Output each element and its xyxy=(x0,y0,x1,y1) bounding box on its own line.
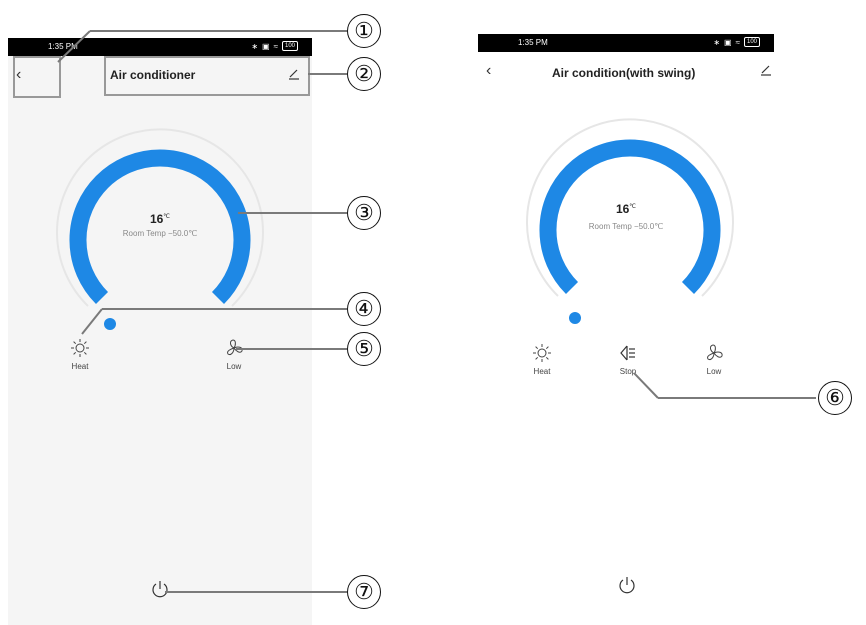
wifi-icon: ≈ xyxy=(735,37,740,47)
highlight-back-button xyxy=(13,56,61,98)
status-bar: 1:35 PM ∗ ▣ ≈ 100 xyxy=(478,34,774,52)
callout-1: ① xyxy=(347,14,381,48)
callout-3: ③ xyxy=(347,196,381,230)
room-temperature: Room Temp −50.0℃ xyxy=(588,222,664,231)
wifi-icon: ≈ xyxy=(273,41,278,51)
phone-screen-air-condition-with-swing: 1:35 PM ∗ ▣ ≈ 100 ‹ Air condition(with s… xyxy=(478,34,774,625)
status-bar: 1:35 PM ∗ ▣ ≈ 100 xyxy=(8,38,312,56)
power-button[interactable] xyxy=(150,578,170,600)
callout-4: ④ xyxy=(347,292,381,326)
temp-unit: ℃ xyxy=(629,204,637,210)
fan-speed-label: Low xyxy=(226,362,242,371)
swing-button[interactable]: Stop xyxy=(606,343,650,376)
callout-6: ⑥ xyxy=(818,381,852,415)
dial-knob xyxy=(569,312,581,324)
dial-arc xyxy=(539,139,721,294)
dial-arc xyxy=(69,149,251,304)
callout-7: ⑦ xyxy=(347,575,381,609)
dial-knob xyxy=(104,318,116,330)
temp-value: 16 xyxy=(615,202,630,216)
temp-value: 16 xyxy=(149,212,164,226)
sun-icon xyxy=(533,344,551,362)
bluetooth-icon: ∗ xyxy=(713,37,721,47)
fan-speed-button[interactable]: Low xyxy=(212,338,256,371)
page-title: Air condition(with swing) xyxy=(552,66,696,80)
mode-label: Heat xyxy=(71,362,89,371)
battery-icon: 100 xyxy=(281,41,298,51)
swing-label: Stop xyxy=(619,367,637,376)
sun-icon xyxy=(71,339,89,357)
edit-icon[interactable] xyxy=(760,64,772,76)
temp-unit: ℃ xyxy=(163,214,171,220)
set-temperature: 16℃ xyxy=(140,212,180,226)
mode-button[interactable]: Heat xyxy=(58,338,102,371)
swing-icon xyxy=(620,345,635,361)
fan-icon xyxy=(707,344,723,360)
bluetooth-icon: ∗ xyxy=(251,41,259,51)
phone-screen-air-conditioner: 1:35 PM ∗ ▣ ≈ 100 ‹ Air conditioner 16℃ … xyxy=(8,38,312,625)
mode-label: Heat xyxy=(533,367,551,376)
status-time: 1:35 PM xyxy=(518,38,548,47)
fan-speed-button[interactable]: Low xyxy=(692,343,736,376)
status-time: 1:35 PM xyxy=(48,42,78,51)
sim-icon: ▣ xyxy=(262,41,270,51)
callout-5: ⑤ xyxy=(347,332,381,366)
battery-icon: 100 xyxy=(743,37,760,47)
status-icons: ∗ ▣ ≈ 100 xyxy=(713,37,760,47)
callout-2: ② xyxy=(347,57,381,91)
sim-icon: ▣ xyxy=(724,37,732,47)
room-temperature: Room Temp −50.0℃ xyxy=(122,229,198,238)
set-temperature: 16℃ xyxy=(606,202,646,216)
back-button[interactable]: ‹ xyxy=(486,62,491,80)
status-icons: ∗ ▣ ≈ 100 xyxy=(251,41,298,51)
mode-button[interactable]: Heat xyxy=(520,343,564,376)
power-button[interactable] xyxy=(617,574,637,596)
fan-icon xyxy=(227,339,243,355)
fan-speed-label: Low xyxy=(706,367,722,376)
highlight-title-bar xyxy=(104,56,310,96)
